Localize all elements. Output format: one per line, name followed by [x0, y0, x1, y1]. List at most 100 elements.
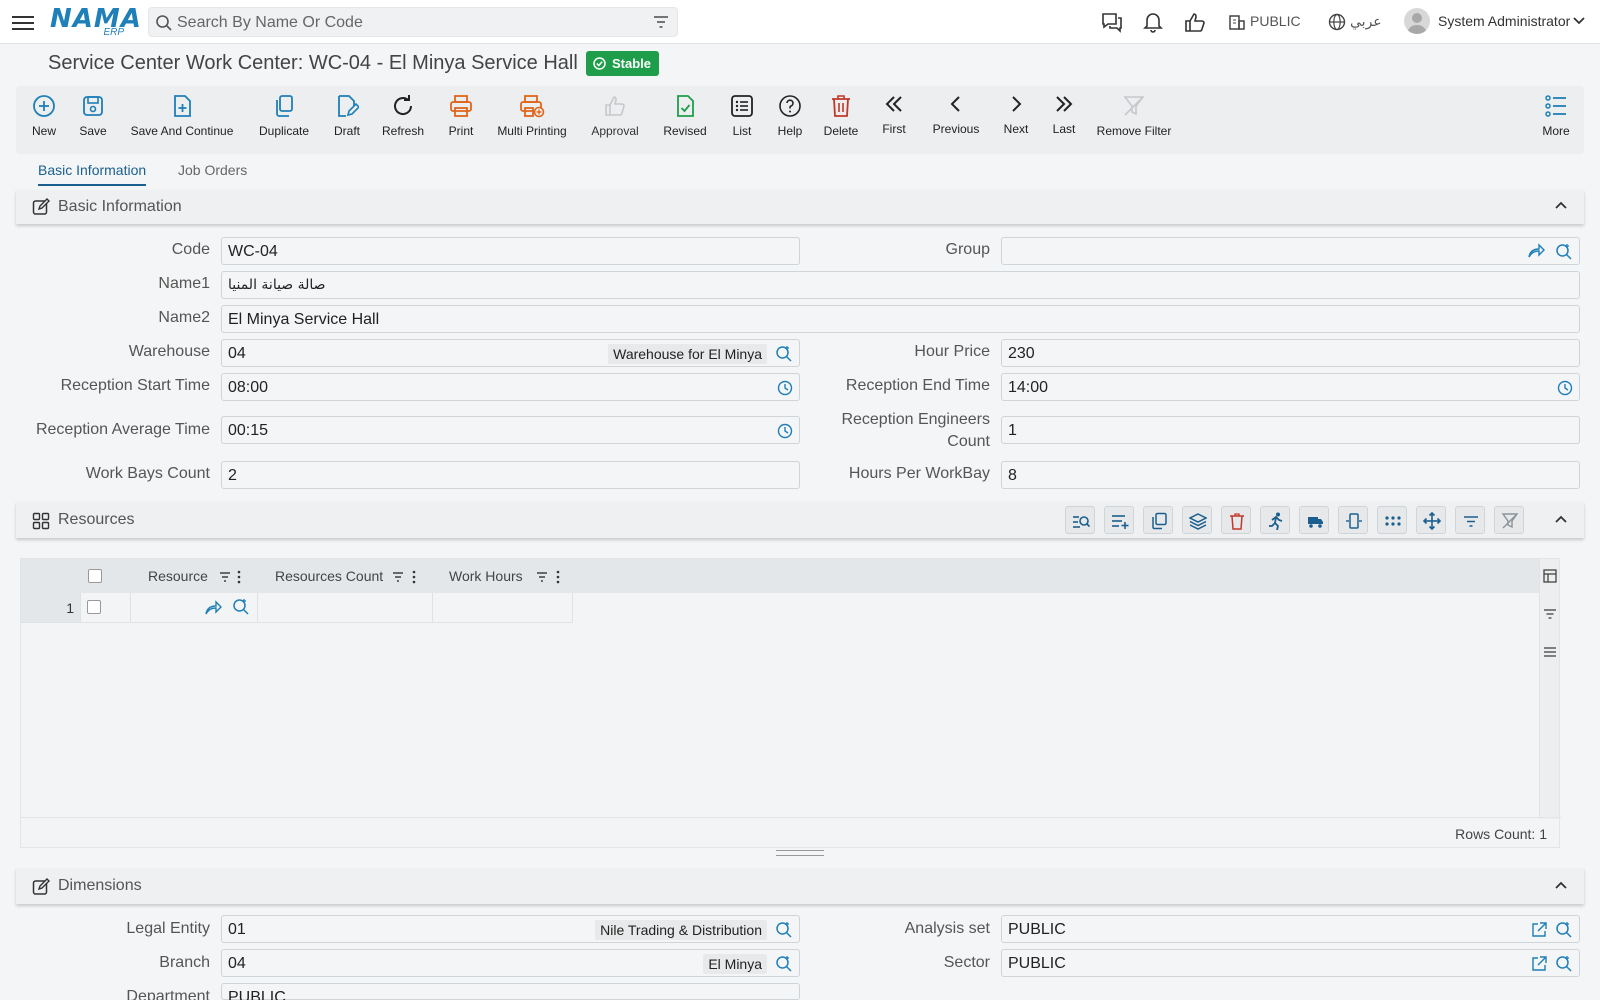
- table-row[interactable]: 1: [21, 593, 577, 623]
- select-all-checkbox[interactable]: [88, 569, 102, 583]
- grid-delete-button[interactable]: [1221, 506, 1251, 534]
- work-hours-cell[interactable]: [433, 593, 573, 623]
- grid-copy-button[interactable]: [1143, 506, 1173, 534]
- reception-end-field[interactable]: 14:00: [1001, 373, 1580, 401]
- warehouse-field[interactable]: 04 Warehouse for El Minya: [221, 339, 800, 367]
- user-name[interactable]: System Administrator: [1438, 13, 1570, 29]
- reception-average-field[interactable]: 00:15: [221, 416, 800, 444]
- filter-icon[interactable]: [219, 571, 231, 583]
- search-plus-icon[interactable]: [232, 598, 250, 616]
- branch-field[interactable]: 04 El Minya: [221, 949, 800, 977]
- chevron-up-icon[interactable]: [1554, 200, 1568, 210]
- globe-icon[interactable]: [1328, 13, 1346, 31]
- grid-run-button[interactable]: [1260, 506, 1290, 534]
- grid-add-row-button[interactable]: [1104, 506, 1134, 534]
- column-resources-count[interactable]: Resources Count: [275, 568, 383, 584]
- menu-icon[interactable]: [12, 12, 34, 32]
- name2-field[interactable]: El Minya Service Hall: [221, 305, 1580, 333]
- reception-start-field[interactable]: 08:00: [221, 373, 800, 401]
- resources-count-cell[interactable]: [258, 593, 433, 623]
- refresh-button[interactable]: Refresh: [380, 94, 426, 138]
- grid-dots-button[interactable]: [1377, 506, 1407, 534]
- kebab-menu-icon[interactable]: [556, 570, 560, 584]
- filter-icon[interactable]: [536, 571, 548, 583]
- first-button[interactable]: First: [880, 92, 908, 136]
- share-arrow-icon[interactable]: [204, 600, 222, 616]
- bell-icon[interactable]: [1143, 11, 1163, 33]
- tab-job-orders[interactable]: Job Orders: [178, 162, 247, 178]
- previous-button[interactable]: Previous: [928, 92, 984, 136]
- grid-fit-button[interactable]: [1338, 506, 1368, 534]
- chevron-up-icon[interactable]: [1554, 514, 1568, 524]
- chat-icon[interactable]: [1100, 11, 1124, 33]
- thumbs-up-icon[interactable]: [1184, 11, 1206, 33]
- more-list-icon: [1545, 95, 1566, 117]
- external-link-icon[interactable]: [1531, 956, 1547, 972]
- kebab-menu-icon[interactable]: [412, 570, 416, 584]
- grid-layers-button[interactable]: [1182, 506, 1212, 534]
- save-button[interactable]: Save: [78, 94, 108, 138]
- hours-per-workbay-field[interactable]: 8: [1001, 461, 1580, 489]
- grid-move-button[interactable]: [1416, 506, 1446, 534]
- approval-button[interactable]: Approval: [590, 94, 640, 138]
- basic-information-header[interactable]: Basic Information: [16, 190, 1584, 224]
- column-resource[interactable]: Resource: [148, 568, 208, 584]
- menu-lines-icon[interactable]: [1543, 645, 1557, 659]
- group-field[interactable]: [1001, 237, 1580, 265]
- row-checkbox[interactable]: [87, 600, 101, 614]
- grid-search-button[interactable]: [1065, 506, 1095, 534]
- chevron-up-icon[interactable]: [1554, 880, 1568, 890]
- company-name[interactable]: PUBLIC: [1250, 13, 1301, 29]
- next-button[interactable]: Next: [1002, 92, 1030, 136]
- column-work-hours[interactable]: Work Hours: [449, 568, 523, 584]
- grid-remove-filter-button[interactable]: [1494, 506, 1524, 534]
- name1-field[interactable]: صالة صيانة المنيا: [221, 271, 1580, 299]
- draft-button[interactable]: Draft: [332, 94, 362, 138]
- grid-filter-button[interactable]: [1455, 506, 1485, 534]
- chevron-down-icon[interactable]: [1573, 16, 1585, 26]
- legal-entity-field[interactable]: 01 Nile Trading & Distribution: [221, 915, 800, 943]
- save-and-continue-button[interactable]: Save And Continue: [130, 94, 234, 138]
- filter-icon[interactable]: [392, 571, 404, 583]
- delete-button[interactable]: Delete: [822, 94, 860, 138]
- list-button[interactable]: List: [728, 94, 756, 138]
- share-arrow-icon[interactable]: [1527, 243, 1545, 259]
- search-plus-icon[interactable]: [1555, 955, 1573, 973]
- clock-icon[interactable]: [1557, 380, 1573, 396]
- search-plus-icon[interactable]: [1555, 921, 1573, 939]
- columns-icon[interactable]: [1543, 569, 1557, 583]
- avatar[interactable]: [1404, 8, 1430, 34]
- remove-filter-button[interactable]: Remove Filter: [1094, 94, 1174, 138]
- file-plus-icon: [174, 95, 191, 117]
- help-button[interactable]: Help: [776, 94, 804, 138]
- new-button[interactable]: New: [30, 94, 58, 138]
- resource-cell[interactable]: [131, 593, 258, 623]
- kebab-menu-icon[interactable]: [237, 570, 241, 584]
- dimensions-header[interactable]: Dimensions: [16, 868, 1584, 904]
- company-icon[interactable]: [1228, 13, 1246, 31]
- print-button[interactable]: Print: [446, 94, 476, 138]
- code-field[interactable]: WC-04: [221, 237, 800, 265]
- reception-engineers-field[interactable]: 1: [1001, 416, 1580, 444]
- search-plus-icon[interactable]: [1555, 243, 1573, 261]
- filter-icon[interactable]: [1543, 607, 1557, 621]
- grid-truck-button[interactable]: [1299, 506, 1329, 534]
- more-button[interactable]: More: [1540, 94, 1572, 138]
- search-input[interactable]: [177, 12, 637, 34]
- external-link-icon[interactable]: [1531, 922, 1547, 938]
- logo[interactable]: NAMA ERP: [50, 4, 141, 38]
- resize-handle[interactable]: [776, 850, 824, 856]
- analysis-set-field[interactable]: PUBLIC: [1001, 915, 1580, 943]
- work-bays-field[interactable]: 2: [221, 461, 800, 489]
- multi-printing-button[interactable]: Multi Printing: [496, 94, 568, 138]
- hour-price-field[interactable]: 230: [1001, 339, 1580, 367]
- department-field[interactable]: PUBLIC: [221, 983, 800, 1000]
- filter-icon[interactable]: [653, 15, 669, 29]
- duplicate-button[interactable]: Duplicate: [258, 94, 310, 138]
- tab-basic-information[interactable]: Basic Information: [38, 162, 146, 178]
- language-switch[interactable]: عربي: [1350, 13, 1382, 30]
- last-button[interactable]: Last: [1050, 92, 1078, 136]
- revised-button[interactable]: Revised: [662, 94, 708, 138]
- resources-header[interactable]: Resources: [16, 502, 1584, 538]
- sector-field[interactable]: PUBLIC: [1001, 949, 1580, 977]
